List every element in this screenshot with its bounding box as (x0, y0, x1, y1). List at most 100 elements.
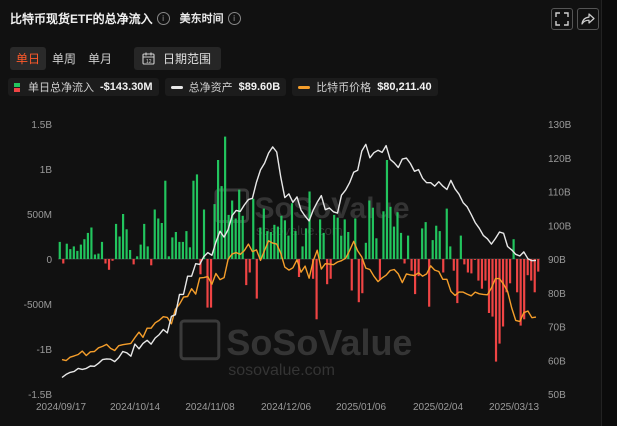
flow-bar (357, 259, 360, 303)
flow-bar (160, 223, 163, 259)
flow-bar (417, 259, 420, 277)
flow-bar (526, 259, 529, 276)
share-icon (581, 13, 595, 25)
flow-bar (181, 241, 184, 259)
flow-bar (227, 214, 230, 259)
left-axis-tick: 1.5B (31, 120, 52, 131)
tab-weekly[interactable]: 单周 (46, 47, 82, 70)
flow-bar (396, 212, 399, 259)
flow-bar (262, 208, 265, 259)
calendar-icon: 12 (142, 52, 155, 65)
legend-price-value: $80,211.40 (377, 81, 432, 93)
tab-monthly[interactable]: 单月 (82, 47, 118, 70)
flow-bar (107, 259, 111, 270)
fullscreen-icon (555, 12, 569, 26)
date-range-label: 日期范围 (163, 52, 212, 66)
svg-text:12: 12 (146, 59, 152, 65)
flow-bar (315, 259, 318, 320)
flow-bar (72, 246, 75, 259)
flow-bar (118, 236, 121, 259)
flow-bar (378, 259, 382, 280)
flow-bar (438, 231, 441, 259)
timezone-info-icon[interactable]: i (227, 11, 241, 25)
flow-bar (132, 259, 135, 265)
flow-bar (143, 223, 146, 259)
flow-bar (224, 136, 227, 259)
x-axis-tick: 2025/01/06 (336, 402, 386, 413)
x-axis-tick: 2024/12/06 (261, 402, 311, 413)
flow-bar (65, 243, 68, 259)
flow-bar (354, 218, 357, 259)
axis-labels: 1.5B 1B 500M 0 -500M -1B -1.5B 130B 120B 110B 100B… (24, 120, 572, 413)
legend-item-flow[interactable]: 单日总净流入 -$143.30M (8, 78, 159, 96)
flow-bar (171, 237, 174, 259)
flow-bar (153, 209, 156, 259)
flow-bar (308, 191, 311, 259)
flow-bar (69, 249, 72, 259)
flow-bar (248, 259, 251, 273)
flow-bar (498, 259, 501, 344)
flow-bar (410, 259, 413, 271)
legend-item-price[interactable]: 比特币价格 $80,211.40 (292, 78, 438, 96)
watermark-brand: SoSoValue (226, 322, 412, 363)
flow-bar (62, 259, 65, 264)
flow-bar (195, 174, 199, 259)
flow-bar (79, 244, 82, 259)
flow-bar (297, 259, 301, 277)
flow-bar (157, 218, 160, 259)
watermark-logo-icon (214, 188, 249, 223)
flow-bar (178, 241, 181, 259)
fullscreen-button[interactable] (551, 8, 573, 30)
legend-item-assets[interactable]: 总净资产 $89.60B (164, 78, 287, 96)
flow-bar (164, 180, 167, 259)
legend-flow-label: 单日总净流入 (28, 82, 94, 94)
flow-bar (477, 259, 480, 281)
x-axis-tick: 2025/03/13 (489, 402, 539, 413)
flow-bar (406, 235, 410, 259)
flow-bars (58, 136, 540, 362)
flow-bar (403, 259, 406, 264)
flow-bar (83, 239, 86, 259)
flow-bar (463, 259, 466, 265)
date-range-button[interactable]: 12 日期范围 (134, 47, 222, 70)
tab-daily[interactable]: 单日 (10, 47, 47, 70)
x-axis-tick: 2024/10/14 (110, 402, 160, 413)
flow-bar (245, 259, 248, 286)
flow-bar (523, 259, 526, 320)
flow-bar (150, 259, 153, 266)
info-icon[interactable]: i (156, 11, 170, 25)
flow-bar (336, 217, 339, 259)
flow-bar (294, 231, 297, 259)
left-axis-tick: 500M (27, 210, 52, 221)
share-button[interactable] (577, 8, 599, 30)
flow-bar (389, 206, 392, 259)
flow-bar (58, 241, 61, 259)
flow-bar (213, 204, 216, 259)
flow-bar (487, 259, 491, 313)
flow-bar (350, 259, 353, 291)
flow-bar (129, 250, 132, 259)
flow-bar (505, 259, 508, 293)
flow-bar (269, 232, 272, 259)
flow-bar (326, 259, 329, 285)
flow-bar (136, 256, 139, 259)
flow-bar (319, 219, 322, 259)
watermark-logo-icon (179, 319, 221, 361)
x-axis-tick: 2024/09/17 (36, 402, 86, 413)
flow-bar (428, 259, 431, 307)
flow-bar (375, 238, 378, 259)
flow-bar (343, 219, 346, 259)
flow-bar (333, 214, 336, 259)
right-axis-tick: 60B (548, 356, 566, 367)
flow-bar (533, 259, 536, 293)
flow-bar (290, 203, 294, 259)
x-axis-tick: 2025/02/04 (413, 402, 463, 413)
flow-bar (287, 235, 290, 259)
legend-assets-label: 总净资产 (188, 82, 233, 94)
flow-bar (100, 241, 104, 259)
timezone-label: 美东时间 (179, 13, 224, 25)
left-axis-tick: -1.5B (28, 390, 52, 401)
flow-bar (449, 246, 452, 259)
right-axis-tick: 100B (548, 221, 572, 232)
flow-bar (537, 259, 540, 272)
